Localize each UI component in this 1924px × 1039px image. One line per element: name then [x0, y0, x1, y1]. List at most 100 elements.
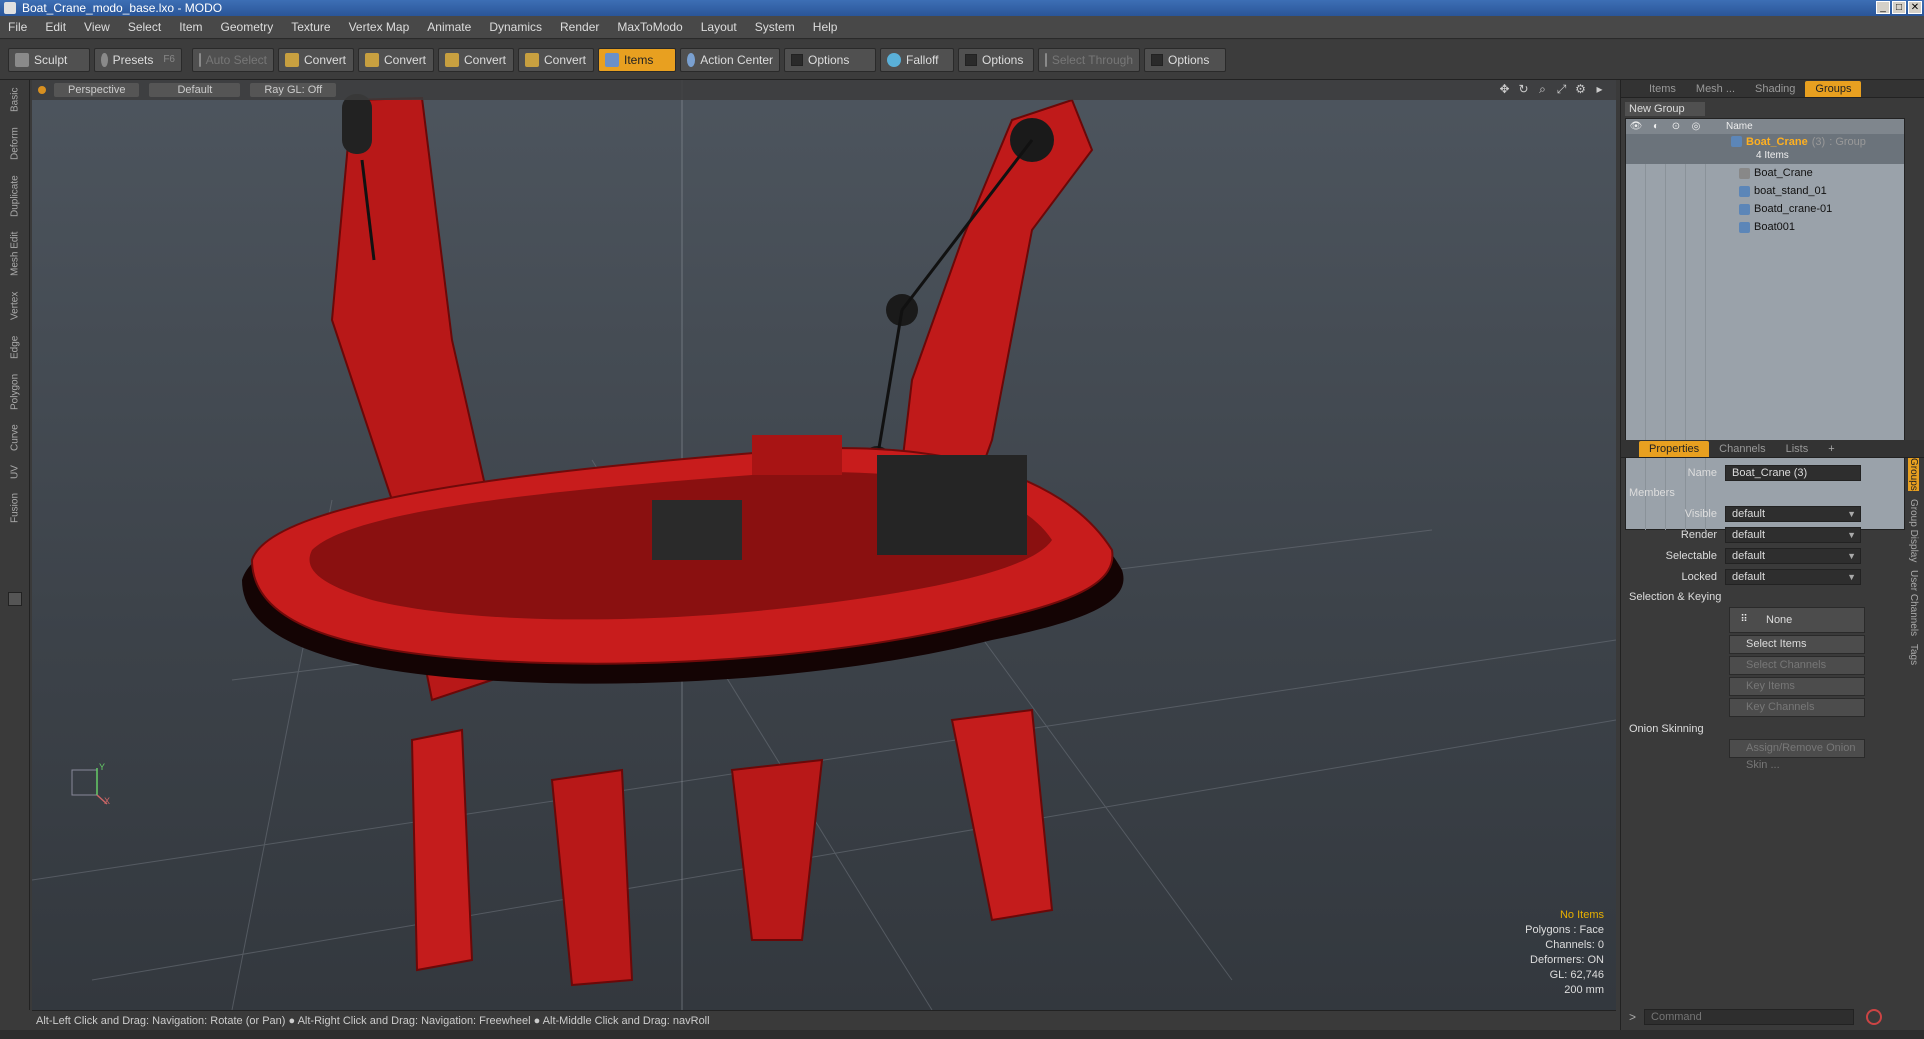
assign-onion-skin-button[interactable]: Assign/Remove Onion Skin ... — [1729, 739, 1865, 771]
options-checkbox[interactable] — [1151, 53, 1163, 66]
tab-mesh[interactable]: Mesh ... — [1686, 81, 1745, 97]
selection-keying-section[interactable]: Selection & Keying — [1621, 587, 1924, 607]
left-crane-pulley — [342, 94, 372, 154]
menu-file[interactable]: File — [8, 20, 27, 34]
tab-lists[interactable]: Lists — [1776, 441, 1819, 457]
menu-help[interactable]: Help — [813, 20, 838, 34]
tab-properties[interactable]: Properties — [1639, 441, 1710, 457]
render-dropdown[interactable]: default ▼ — [1725, 526, 1861, 543]
add-tab-button[interactable]: + — [1818, 441, 1844, 457]
tab-channels[interactable]: Channels — [1709, 441, 1775, 457]
sculpt-button[interactable]: Sculpt — [8, 47, 90, 72]
select-through-button[interactable]: Select Through — [1038, 47, 1140, 72]
falloff-options-button[interactable]: Options — [958, 47, 1034, 72]
menu-maxtomodo[interactable]: MaxToModo — [617, 20, 682, 34]
tab-mesh-edit[interactable]: Mesh Edit — [7, 226, 23, 282]
locked-dropdown[interactable]: default ▼ — [1725, 568, 1861, 585]
select-channels-button[interactable]: Select Channels — [1729, 656, 1865, 675]
tool-palette-toggle[interactable] — [8, 592, 22, 606]
menu-edit[interactable]: Edit — [45, 20, 66, 34]
record-macro-icon[interactable] — [1866, 1009, 1883, 1025]
minimize-button[interactable]: _ — [1876, 1, 1890, 14]
vtab-group-display[interactable]: Group Display — [1908, 499, 1919, 562]
name-field[interactable]: Boat_Crane (3) — [1725, 464, 1861, 481]
view-type-dropdown[interactable]: Perspective — [54, 83, 140, 97]
vtab-tags[interactable]: Tags — [1908, 644, 1919, 665]
tab-uv[interactable]: UV — [7, 460, 23, 484]
presets-button[interactable]: Presets F6 — [94, 47, 182, 72]
raygl-dropdown[interactable]: Ray GL: Off — [250, 83, 337, 97]
tab-groups[interactable]: Groups — [1805, 81, 1862, 97]
tab-shading[interactable]: Shading — [1745, 81, 1805, 97]
selectable-dropdown[interactable]: default ▼ — [1725, 547, 1861, 564]
onion-skinning-section[interactable]: Onion Skinning — [1621, 719, 1924, 739]
select-items-button[interactable]: Select Items — [1729, 635, 1865, 654]
menu-layout[interactable]: Layout — [701, 20, 737, 34]
selectable-row: Selectable default ▼ — [1621, 545, 1924, 566]
menu-view[interactable]: View — [84, 20, 110, 34]
viewport-menu-dot[interactable] — [38, 86, 46, 94]
tab-edge[interactable]: Edge — [7, 330, 23, 364]
tab-vertex[interactable]: Vertex — [7, 286, 23, 326]
falloff-button[interactable]: Falloff — [880, 47, 954, 72]
menu-vertex-map[interactable]: Vertex Map — [349, 20, 410, 34]
3d-viewport[interactable]: Y X Perspective Default Ray GL: Off ✥ ↻ … — [32, 80, 1616, 1010]
action-center-options-button[interactable]: Options — [784, 47, 876, 72]
tab-curve[interactable]: Curve — [7, 420, 23, 456]
options-checkbox[interactable] — [791, 53, 803, 66]
pan-icon[interactable]: ✥ — [1498, 83, 1511, 96]
viewport-expand-icon[interactable]: ▸ — [1593, 83, 1606, 96]
menu-select[interactable]: Select — [128, 20, 161, 34]
tab-basic[interactable]: Basic — [7, 82, 23, 118]
menu-texture[interactable]: Texture — [291, 20, 330, 34]
menu-animate[interactable]: Animate — [427, 20, 471, 34]
close-button[interactable]: ✕ — [1908, 1, 1922, 14]
members-section[interactable]: Members — [1621, 483, 1924, 503]
options-checkbox[interactable] — [965, 53, 977, 66]
maximize-button[interactable]: □ — [1892, 1, 1906, 14]
shading-dropdown[interactable]: Default — [149, 83, 241, 97]
menu-geometry[interactable]: Geometry — [221, 20, 274, 34]
vtab-user-channels[interactable]: User Channels — [1908, 570, 1919, 636]
list-item[interactable]: Boat001 — [1626, 218, 1904, 236]
items-mode-button[interactable]: Items — [598, 47, 676, 72]
auto-select-button[interactable]: Auto Select — [192, 47, 274, 72]
command-history-icon[interactable]: > — [1629, 1010, 1636, 1024]
visible-dropdown[interactable]: default ▼ — [1725, 505, 1861, 522]
menu-system[interactable]: System — [755, 20, 795, 34]
convert-button-2[interactable]: Convert — [358, 47, 434, 72]
select-through-options-button[interactable]: Options — [1144, 47, 1226, 72]
action-center-button[interactable]: Action Center — [680, 47, 780, 72]
zoom-icon[interactable]: ⌕ — [1536, 83, 1549, 96]
tab-deform[interactable]: Deform — [7, 122, 23, 166]
list-item[interactable]: boat_stand_01 — [1626, 182, 1904, 200]
key-items-button[interactable]: Key Items — [1729, 677, 1865, 696]
viewport-gear-icon[interactable]: ⚙ — [1574, 83, 1587, 96]
list-item[interactable]: Boatd_crane-01 — [1626, 200, 1904, 218]
tab-duplicate[interactable]: Duplicate — [7, 170, 23, 222]
list-item[interactable]: Boat_Crane — [1626, 164, 1904, 182]
tab-fusion[interactable]: Fusion — [7, 488, 23, 528]
visibility-eye-icon[interactable]: 👁 — [1626, 121, 1646, 132]
tab-polygon[interactable]: Polygon — [7, 368, 23, 416]
render-row: Render default ▼ — [1621, 524, 1924, 545]
convert-button-3[interactable]: Convert — [438, 47, 514, 72]
select-icon[interactable]: ◎ — [1686, 121, 1706, 132]
new-group-button[interactable]: New Group — [1625, 102, 1705, 116]
none-button[interactable]: ⠿ None — [1729, 607, 1865, 633]
menu-render[interactable]: Render — [560, 20, 599, 34]
command-input[interactable] — [1644, 1009, 1855, 1025]
rotate-icon[interactable]: ↻ — [1517, 83, 1530, 96]
maximize-viewport-icon[interactable]: ⤢ — [1555, 83, 1568, 96]
menu-item[interactable]: Item — [179, 20, 202, 34]
lock-icon[interactable]: ⊙ — [1666, 121, 1686, 132]
group-row-boat-crane[interactable]: Boat_Crane (3) : Group 4 Items — [1626, 134, 1904, 164]
key-channels-button[interactable]: Key Channels — [1729, 698, 1865, 717]
convert-button-1[interactable]: Convert — [278, 47, 354, 72]
vtab-groups[interactable]: Groups — [1908, 458, 1919, 491]
tab-items[interactable]: Items — [1639, 81, 1686, 97]
convert-button-4[interactable]: Convert — [518, 47, 594, 72]
render-icon[interactable]: ◐ — [1646, 121, 1666, 132]
items-icon — [605, 52, 619, 67]
menu-dynamics[interactable]: Dynamics — [489, 20, 542, 34]
